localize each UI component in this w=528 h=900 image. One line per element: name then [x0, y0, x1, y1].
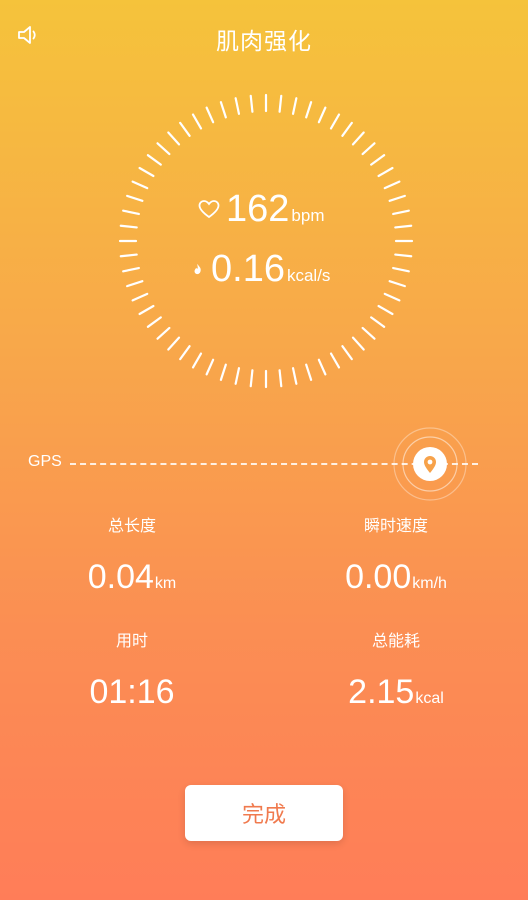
dial-tick	[329, 113, 341, 130]
gps-label: GPS	[28, 453, 62, 470]
dial-tick	[317, 358, 327, 376]
dial-tick	[291, 367, 298, 385]
dial-tick	[122, 209, 140, 216]
heart-rate-unit: bpm	[291, 206, 325, 225]
dial-tick	[370, 316, 386, 328]
dial-tick	[234, 97, 241, 115]
dial-tick	[383, 292, 401, 302]
distance-stat: 总长度 0.04km	[52, 512, 212, 597]
duration-value: 01:16	[89, 673, 175, 711]
speed-unit: km/h	[412, 575, 447, 592]
dial-tick	[191, 352, 203, 369]
dial-tick	[278, 94, 283, 113]
dial-tick	[126, 280, 144, 288]
calories-label: 总能耗	[371, 633, 420, 650]
speed-stat: 瞬时速度 0.00km/h	[316, 512, 476, 597]
dial-tick	[351, 336, 365, 351]
dial-tick	[291, 97, 298, 115]
page-title: 肌肉强化	[216, 29, 312, 55]
dial-tick	[167, 131, 181, 146]
flame-icon	[194, 263, 201, 275]
dial-tick	[156, 326, 171, 340]
dial-tick	[138, 166, 155, 178]
dial-tick	[146, 154, 162, 166]
speed-label: 瞬时速度	[363, 518, 428, 535]
dial-tick	[234, 367, 241, 385]
dial-tick	[305, 101, 313, 119]
dial-tick	[329, 352, 341, 369]
heart-rate-readout: 162 bpm	[198, 190, 528, 228]
dial-tick	[305, 363, 313, 381]
duration-label: 用时	[115, 633, 148, 650]
dial-tick	[219, 101, 227, 119]
calories-value: 2.15	[348, 673, 415, 711]
distance-unit: km	[154, 575, 177, 592]
dial-tick	[156, 142, 171, 156]
distance-value-wrap: 0.04km	[52, 558, 212, 597]
dial-tick	[119, 224, 138, 229]
dial-tick	[205, 358, 215, 376]
heart-rate-value: 162	[226, 188, 290, 230]
dial-tick	[205, 106, 215, 124]
dial-tick	[126, 194, 144, 202]
dial-tick	[377, 166, 394, 178]
dial-tick	[377, 304, 394, 316]
dial-tick	[249, 94, 254, 113]
speed-value-wrap: 0.00km/h	[316, 558, 476, 597]
distance-label: 总长度	[107, 518, 156, 535]
header: 肌肉强化	[0, 0, 528, 74]
calories-value-wrap: 2.15kcal	[316, 673, 476, 712]
calories-stat: 总能耗 2.15kcal	[316, 627, 476, 712]
calorie-rate-value: 0.16	[211, 248, 285, 290]
dial-tick	[146, 316, 162, 328]
dial-tick	[167, 336, 181, 351]
dial-tick	[219, 363, 227, 381]
dial-tick	[131, 292, 149, 302]
dial-tick	[249, 369, 254, 388]
dial-tick	[179, 345, 191, 361]
calories-unit: kcal	[415, 690, 444, 707]
dial-tick	[179, 121, 191, 137]
done-button[interactable]: 完成	[185, 785, 343, 841]
dial-tick	[341, 345, 353, 361]
dial-tick	[351, 131, 365, 146]
dial-tick	[361, 142, 376, 156]
tick-dial	[118, 93, 414, 389]
dial-tick	[131, 180, 149, 190]
location-pin-icon[interactable]	[390, 424, 470, 504]
dial-tick	[119, 253, 138, 258]
heart-icon	[198, 200, 220, 219]
dial-tick	[191, 113, 203, 130]
dial-tick	[361, 326, 376, 340]
dial-tick	[138, 304, 155, 316]
distance-value: 0.04	[87, 558, 154, 596]
dial-tick	[341, 121, 353, 137]
calorie-rate-readout: 0.16 kcal/s	[193, 250, 528, 288]
calorie-rate-unit: kcal/s	[286, 266, 331, 285]
dial-tick	[383, 180, 401, 190]
speed-value: 0.00	[345, 558, 412, 596]
duration-stat: 用时 01:16	[52, 627, 212, 712]
dial-tick	[370, 154, 386, 166]
dial-tick	[317, 106, 327, 124]
dial-tick	[122, 266, 140, 273]
dial-tick	[278, 369, 283, 388]
